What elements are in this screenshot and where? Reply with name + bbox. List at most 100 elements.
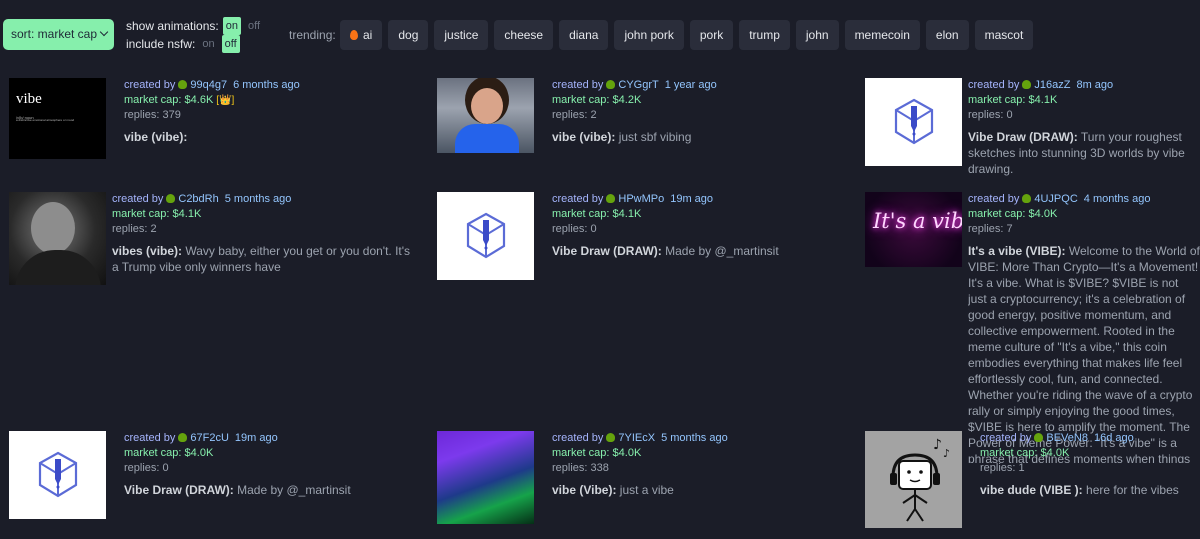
coin-description: vibe (vibe): just sbf vibing <box>552 129 812 145</box>
market-cap: market cap: $4.0K <box>124 446 384 461</box>
thumb-definition: a distinctive emotional atmosphere or mo… <box>16 118 75 122</box>
market-cap-label: market cap: <box>552 94 613 106</box>
trending-chip-label: pork <box>699 28 724 42</box>
coin-thumbnail[interactable]: vibe/vīb/ noun a distinctive emotional at… <box>9 78 106 159</box>
creator-link[interactable]: J16azZ <box>1034 79 1070 91</box>
replies-label: replies: <box>552 462 591 474</box>
replies-count: replies: 2 <box>112 222 412 237</box>
market-cap-label: market cap: <box>552 447 613 459</box>
trending-chip-justice[interactable]: justice <box>434 20 489 50</box>
market-cap-value: $4.6K <box>184 94 214 106</box>
display-toggles: show animations: on off include nsfw: on… <box>126 17 263 53</box>
market-cap: market cap: $4.1K <box>112 207 412 222</box>
created-by-line: created by 99q4g7 6 months ago <box>124 78 384 93</box>
svg-text:♪: ♪ <box>943 447 950 460</box>
coin-info: created by J16azZ 8m ago market cap: $4.1K r… <box>968 78 1200 177</box>
coin-thumbnail[interactable] <box>9 192 106 285</box>
created-by-line: created by 7YIEcX 5 months ago <box>552 431 812 446</box>
coin-description-text: just a vibe <box>616 483 674 497</box>
creator-link[interactable]: 4UJPQC <box>1034 193 1077 205</box>
include-nsfw-label: include nsfw: <box>126 37 196 51</box>
created-age: 16d ago <box>1093 432 1134 444</box>
coin-thumbnail[interactable] <box>437 78 534 153</box>
trending-chip-label: diana <box>569 28 599 42</box>
market-cap-value: $4.0K <box>184 447 214 459</box>
replies-count: replies: 0 <box>968 108 1200 123</box>
coin-description: vibes (vibe): Wavy baby, either you get … <box>112 243 412 275</box>
creator-link[interactable]: CYGgrT <box>618 79 658 91</box>
trending-chip-john-pork[interactable]: john pork <box>614 20 684 50</box>
created-age: 5 months ago <box>661 432 728 444</box>
coin-thumbnail[interactable] <box>437 192 534 280</box>
coin-name: vibe dude (VIBE ): <box>980 483 1083 497</box>
frog-avatar-icon <box>1034 433 1044 442</box>
creator-link[interactable]: HPwMPo <box>618 193 664 205</box>
creator-link[interactable]: 7YIEcX <box>618 432 655 444</box>
animations-off-option[interactable]: off <box>245 17 263 35</box>
coin-thumbnail[interactable] <box>9 431 106 519</box>
trending-chip-label: elon <box>935 28 959 42</box>
market-cap: market cap: $4.2K <box>552 93 812 108</box>
replies-value: 379 <box>162 109 181 121</box>
created-by-line: created by C2bdRh 5 months ago <box>112 192 412 207</box>
created-by-label: created by <box>980 432 1032 444</box>
coin-description-text: here for the vibes <box>1082 483 1179 497</box>
trending-chip-ai[interactable]: ai <box>340 20 383 50</box>
coin-description-text: Made by @_martinsit <box>661 244 779 258</box>
coin-thumbnail[interactable] <box>437 431 534 524</box>
sort-dropdown[interactable]: sort: market cap <box>3 19 114 50</box>
market-cap-label: market cap: <box>552 208 613 220</box>
market-cap: market cap: $4.0K <box>968 207 1200 222</box>
nsfw-off-option[interactable]: off <box>221 35 240 53</box>
trending-chip-john[interactable]: john <box>795 20 839 50</box>
creator-link[interactable]: BEVeN8 <box>1046 432 1088 444</box>
created-by-line: created by 67F2cU 19m ago <box>124 431 384 446</box>
trending-chip-diana[interactable]: diana <box>559 20 609 50</box>
coin-description: vibe dude (VIBE ): here for the vibes <box>980 482 1200 498</box>
replies-count: replies: 2 <box>552 108 812 123</box>
replies-value: 0 <box>162 462 169 474</box>
coin-description-text: just sbf vibing <box>615 130 692 144</box>
created-age: 19m ago <box>670 193 714 205</box>
market-cap-label: market cap: <box>112 208 173 220</box>
creator-link[interactable]: 99q4g7 <box>190 79 227 91</box>
coin-thumbnail[interactable]: It's a vibe <box>865 192 962 267</box>
coin-description: vibe (vibe): <box>124 129 384 145</box>
replies-label: replies: <box>124 109 163 121</box>
coin-thumbnail[interactable]: ♪ ♪ <box>865 431 962 528</box>
coin-description: Vibe Draw (DRAW): Turn your roughest ske… <box>968 129 1200 177</box>
trending-chip-label: cheese <box>504 28 544 42</box>
animations-on-option[interactable]: on <box>222 17 241 35</box>
created-by-label: created by <box>968 193 1020 205</box>
king-of-hill-badge: [👑] <box>216 95 235 106</box>
coin-name: Vibe Draw (DRAW): <box>124 483 234 497</box>
trending-chip-cheese[interactable]: cheese <box>494 20 554 50</box>
coin-name: vibe (vibe): <box>552 130 616 144</box>
replies-label: replies: <box>968 109 1007 121</box>
created-by-label: created by <box>968 79 1020 91</box>
creator-link[interactable]: 67F2cU <box>190 432 229 444</box>
trending-chip-label: mascot <box>984 28 1024 42</box>
nsfw-on-option[interactable]: on <box>199 35 217 53</box>
coin-thumbnail[interactable] <box>865 78 962 166</box>
trending-chip-memecoin[interactable]: memecoin <box>844 20 920 50</box>
trending-chip-elon[interactable]: elon <box>925 20 969 50</box>
trending-chip-dog[interactable]: dog <box>388 20 429 50</box>
market-cap: market cap: $4.1K <box>968 93 1200 108</box>
trending-chip-pork[interactable]: pork <box>689 20 734 50</box>
coin-description: Vibe Draw (DRAW): Made by @_martinsit <box>124 482 384 498</box>
market-cap: market cap: $4.0K <box>552 446 812 461</box>
neon-sign-text: It's a vibe <box>873 209 962 233</box>
frog-avatar-icon <box>606 194 616 203</box>
creator-link[interactable]: C2bdRh <box>178 193 218 205</box>
frog-avatar-icon <box>166 194 176 203</box>
trending-chips: ai dog justice cheese diana john pork pork trum… <box>340 20 1034 50</box>
trending-chip-label: justice <box>444 28 479 42</box>
trending-chip-trump[interactable]: trump <box>739 20 790 50</box>
created-by-label: created by <box>124 79 176 91</box>
person-body <box>455 124 519 153</box>
market-cap: market cap: $4.0K <box>980 446 1200 461</box>
replies-count: replies: 1 <box>980 461 1200 476</box>
market-cap-label: market cap: <box>968 208 1029 220</box>
trending-chip-mascot[interactable]: mascot <box>974 20 1034 50</box>
